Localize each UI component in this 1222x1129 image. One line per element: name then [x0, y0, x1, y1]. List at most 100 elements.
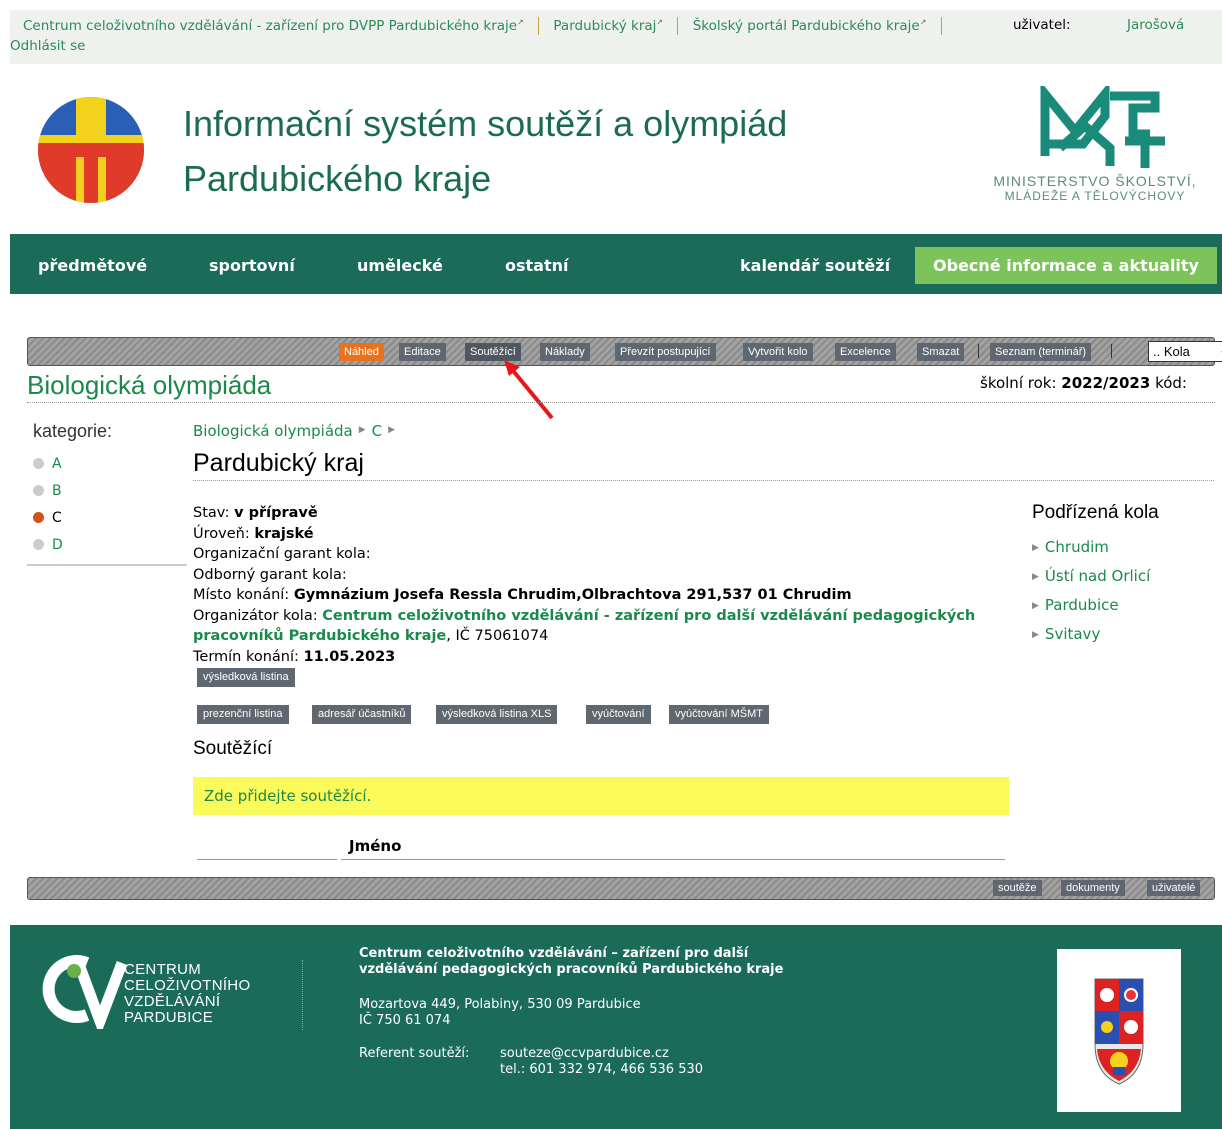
- prevzit-postupujici-button[interactable]: Převzít postupující: [615, 343, 716, 361]
- vysledkova-listina-button[interactable]: výsledková listina: [197, 668, 295, 687]
- main-nav: předmětové sportovní umělecké ostatní ka…: [10, 234, 1222, 294]
- category-label: D: [52, 537, 63, 553]
- nav-sportovni[interactable]: sportovní: [209, 256, 295, 275]
- subround-label: Ústí nad Orlicí: [1044, 567, 1151, 585]
- footer-org: Centrum celoživotního vzdělávání – zaříz…: [359, 946, 783, 978]
- adresar-ucastniku-button[interactable]: adresář účastníků: [312, 705, 412, 724]
- nahled-button[interactable]: Náhled: [339, 343, 384, 361]
- category-dot-icon: [33, 458, 44, 469]
- footer-email-link[interactable]: souteze@ccvpardubice.cz: [500, 1046, 703, 1062]
- msmt-line1: MINISTERSTVO ŠKOLSTVÍ,: [993, 173, 1197, 189]
- msmt-logo[interactable]: MINISTERSTVO ŠKOLSTVÍ, MLÁDEŽE A TĚLOVÝC…: [965, 81, 1222, 216]
- site-title-line1: Informační systém soutěží a olympiád: [183, 103, 788, 144]
- ccv-line: VZDĚLÁVÁNÍ: [124, 993, 221, 1010]
- category-label: B: [52, 483, 62, 499]
- ccv-line: PARDUBICE: [124, 1009, 214, 1026]
- subround-svitavy[interactable]: ▶ Svitavy: [1032, 625, 1100, 643]
- category-dot-icon: [33, 539, 44, 550]
- divider: [27, 564, 187, 566]
- triangle-bullet-icon: ▶: [358, 425, 366, 435]
- school-year: školní rok: 2022/2023 kód:: [980, 374, 1187, 392]
- triangle-bullet-icon: ▶: [1032, 601, 1039, 611]
- misto-row: Místo konání: Gymnázium Josefa Ressla Ch…: [193, 585, 983, 606]
- termin-label: Termín konání:: [193, 648, 299, 665]
- nav-ostatni[interactable]: ostatní: [505, 256, 568, 275]
- seznam-terminar-button[interactable]: Seznam (terminář): [990, 343, 1092, 361]
- odb-garant-row: Odborný garant kola:: [193, 566, 347, 583]
- footer-phone: tel.: 601 332 974, 466 536 530: [500, 1062, 704, 1077]
- organizator-label: Organizátor kola:: [193, 607, 318, 624]
- external-link-icon: ↗: [517, 17, 524, 27]
- subround-chrudim[interactable]: ▶ Chrudim: [1032, 538, 1109, 556]
- top-links: Centrum celoživotního vzdělávání - zaříz…: [23, 17, 952, 35]
- nav-predmetove[interactable]: předmětové: [38, 256, 147, 275]
- vyuctovani-msmt-button[interactable]: vyúčtování MŠMT: [669, 705, 770, 724]
- vysledkova-listina-xls-button[interactable]: výsledková listina XLS: [436, 705, 558, 724]
- termin-value: 11.05.2023: [303, 648, 396, 665]
- link-ccv[interactable]: Centrum celoživotního vzdělávání - zaříz…: [23, 18, 517, 34]
- uroven-label: Úroveň:: [193, 525, 250, 542]
- divider: [197, 859, 337, 860]
- msmt-emblem: [1040, 81, 1165, 168]
- subrounds-title: Podřízená kola: [1032, 502, 1159, 523]
- add-competitors-notice[interactable]: Zde přidejte soutěžící.: [193, 777, 1009, 815]
- category-c[interactable]: C: [33, 510, 62, 526]
- divider: [677, 17, 679, 35]
- action-toolbar: Náhled Editace Soutěžící Náklady Převzít…: [27, 337, 1222, 366]
- bottom-toolbar: soutěže dokumenty uživatelé: [27, 877, 1215, 900]
- category-dot-icon: [33, 512, 44, 523]
- subround-label: Chrudim: [1044, 538, 1109, 556]
- footer-ref: souteze@ccvpardubice.cz tel.: 601 332 97…: [500, 1046, 703, 1078]
- nav-kalendar[interactable]: kalendář soutěží: [740, 256, 890, 275]
- breadcrumb-olympiada[interactable]: Biologická olympiáda: [193, 422, 353, 440]
- triangle-bullet-icon: ▶: [388, 425, 396, 435]
- smazat-button[interactable]: Smazat: [917, 343, 965, 361]
- org-garant-row: Organizační garant kola:: [193, 546, 371, 562]
- subround-pardubice[interactable]: ▶ Pardubice: [1032, 596, 1119, 614]
- editace-button[interactable]: Editace: [399, 343, 446, 361]
- triangle-bullet-icon: ▶: [1032, 630, 1039, 640]
- crest-icon: [1094, 978, 1144, 1085]
- pardubice-region-crest[interactable]: [1057, 949, 1181, 1112]
- nav-obecne-informace[interactable]: Obecné informace a aktuality: [915, 247, 1217, 284]
- stav-value: v přípravě: [234, 505, 318, 521]
- souteze-button[interactable]: soutěže: [993, 880, 1042, 896]
- uroven-value: krajské: [254, 525, 314, 542]
- stav-label: Stav:: [193, 505, 230, 521]
- logout-link[interactable]: Odhlásit se: [10, 38, 85, 54]
- footer-org-line2: vzdělávání pedagogických pracovníků Pard…: [359, 962, 784, 977]
- triangle-bullet-icon: ▶: [1032, 543, 1039, 553]
- pardubice-cross-logo[interactable]: [38, 97, 144, 203]
- vyuctovani-button[interactable]: vyúčtování: [586, 705, 651, 724]
- prezencni-listina-button[interactable]: prezenční listina: [197, 705, 289, 724]
- kola-select[interactable]: .. Kola ⌄: [1148, 341, 1222, 362]
- external-link-icon: ↗: [919, 17, 927, 27]
- footer-address-line2: IČ 750 61 074: [359, 1013, 451, 1028]
- misto-value: Gymnázium Josefa Ressla Chrudim,Olbracht…: [293, 587, 852, 603]
- excelence-button[interactable]: Excelence: [835, 343, 896, 361]
- footer-org-line1: Centrum celoživotního vzdělávání – zaříz…: [359, 946, 749, 961]
- footer-address-line1: Mozartova 449, Polabiny, 530 09 Pardubic…: [359, 997, 641, 1012]
- user-name[interactable]: Jarošová: [1127, 17, 1184, 33]
- termin-row: Termín konání: 11.05.2023: [193, 647, 983, 668]
- link-skolsky-portal[interactable]: Školský portál Pardubického kraje: [693, 18, 920, 34]
- dokumenty-button[interactable]: dokumenty: [1061, 880, 1125, 896]
- ccv-logo-text: CENTRUM CELOŽIVOTNÍHO VZDĚLÁVÁNÍ PARDUBI…: [124, 962, 250, 1026]
- subround-label: Pardubice: [1044, 596, 1119, 614]
- breadcrumb-category[interactable]: C: [372, 422, 382, 440]
- category-b[interactable]: B: [33, 483, 62, 499]
- divider: [538, 17, 540, 35]
- msmt-text: MINISTERSTVO ŠKOLSTVÍ, MLÁDEŽE A TĚLOVÝC…: [965, 174, 1222, 204]
- ic-value: , IČ 75061074: [446, 628, 549, 644]
- category-a[interactable]: A: [33, 456, 62, 472]
- uzivatele-button[interactable]: uživatelé: [1147, 880, 1201, 896]
- external-link-icon: ↗: [656, 17, 664, 27]
- category-d[interactable]: D: [33, 537, 63, 553]
- nav-umelecke[interactable]: umělecké: [357, 256, 443, 275]
- category-title: kategorie:: [33, 421, 113, 441]
- vytvorit-kolo-button[interactable]: Vytvořit kolo: [743, 343, 813, 361]
- kola-select-value: .. Kola: [1153, 344, 1190, 359]
- link-pardubicky-kraj[interactable]: Pardubický kraj: [553, 18, 656, 34]
- subround-usti[interactable]: ▶ Ústí nad Orlicí: [1032, 567, 1150, 585]
- category-dot-icon: [33, 485, 44, 496]
